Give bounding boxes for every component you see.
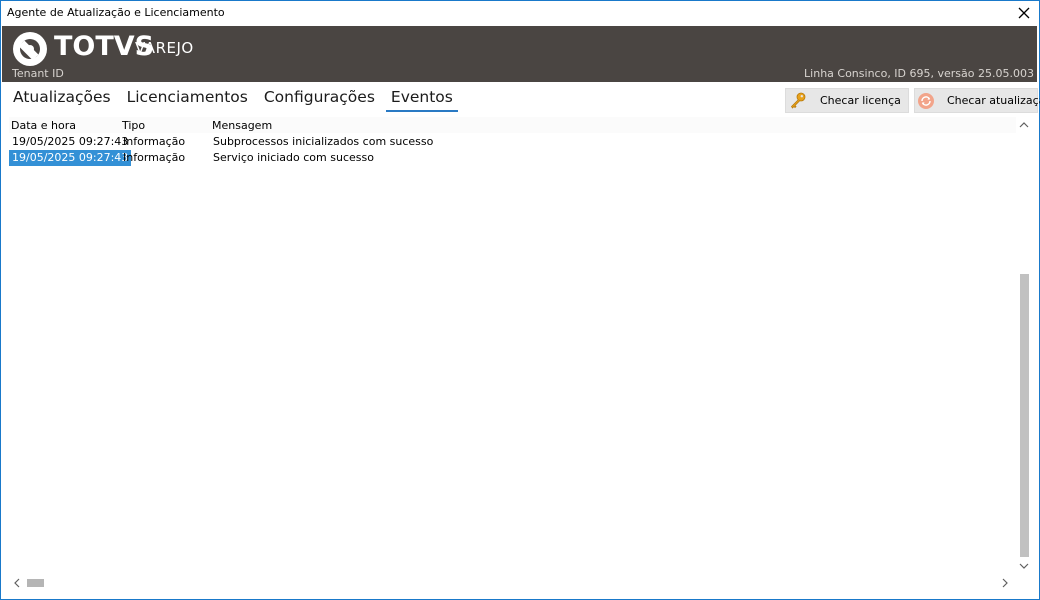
cell-type: Informação <box>123 135 186 148</box>
column-header-datetime[interactable]: Data e hora <box>11 119 76 132</box>
cell-datetime: 19/05/2025 09:27:43 <box>9 150 132 166</box>
tenant-id-label: Tenant ID <box>12 67 64 80</box>
check-update-label: Checar atualização <box>947 94 1040 107</box>
close-icon[interactable] <box>1009 1 1039 25</box>
totvs-logo-icon <box>12 31 48 67</box>
column-header-type[interactable]: Tipo <box>122 119 145 132</box>
cell-message: Serviço iniciado com sucesso <box>213 151 374 164</box>
cell-message: Subprocessos inicializados com sucesso <box>213 135 434 148</box>
key-icon <box>788 91 808 111</box>
brand-subtitle: VAREJO <box>135 39 194 57</box>
vertical-scroll-thumb[interactable] <box>1020 274 1029 557</box>
events-grid: Data e hora Tipo Mensagem 19/05/2025 09:… <box>9 117 1016 572</box>
grid-header: Data e hora Tipo Mensagem <box>9 117 1016 133</box>
scroll-down-icon[interactable] <box>1016 558 1032 574</box>
check-update-button[interactable]: Checar atualização <box>914 88 1040 113</box>
tab-licenciamentos[interactable]: Licenciamentos <box>122 86 253 112</box>
check-license-button[interactable]: Checar licença <box>785 88 909 113</box>
brand-header: TOTVS VAREJO Tenant ID Linha Consinco, I… <box>2 26 1037 82</box>
window-title: Agente de Atualização e Licenciamento <box>7 6 225 19</box>
tab-configuracoes[interactable]: Configurações <box>259 86 380 112</box>
tab-bar: Atualizações Licenciamentos Configuraçõe… <box>8 86 464 112</box>
tab-atualizacoes[interactable]: Atualizações <box>8 86 116 112</box>
horizontal-scroll-thumb[interactable] <box>27 579 44 587</box>
scroll-right-icon[interactable] <box>997 575 1013 591</box>
tab-eventos[interactable]: Eventos <box>385 86 458 112</box>
scroll-left-icon[interactable] <box>9 575 25 591</box>
app-window: Agente de Atualização e Licenciamento TO… <box>0 0 1040 600</box>
version-info: Linha Consinco, ID 695, versão 25.05.003 <box>804 67 1034 80</box>
scroll-up-icon[interactable] <box>1016 117 1032 133</box>
table-row[interactable]: 19/05/2025 09:27:43 Informação Subproces… <box>9 134 1016 150</box>
refresh-icon <box>917 91 935 111</box>
check-license-label: Checar licença <box>820 94 901 107</box>
title-bar: Agente de Atualização e Licenciamento <box>1 1 1039 25</box>
horizontal-scrollbar[interactable] <box>9 575 1019 591</box>
cell-datetime: 19/05/2025 09:27:43 <box>12 135 129 148</box>
cell-type: Informação <box>123 151 186 164</box>
vertical-scrollbar[interactable] <box>1016 117 1032 575</box>
table-row-selected[interactable]: 19/05/2025 09:27:43 Informação Serviço i… <box>9 150 1016 166</box>
column-header-message[interactable]: Mensagem <box>212 119 272 132</box>
